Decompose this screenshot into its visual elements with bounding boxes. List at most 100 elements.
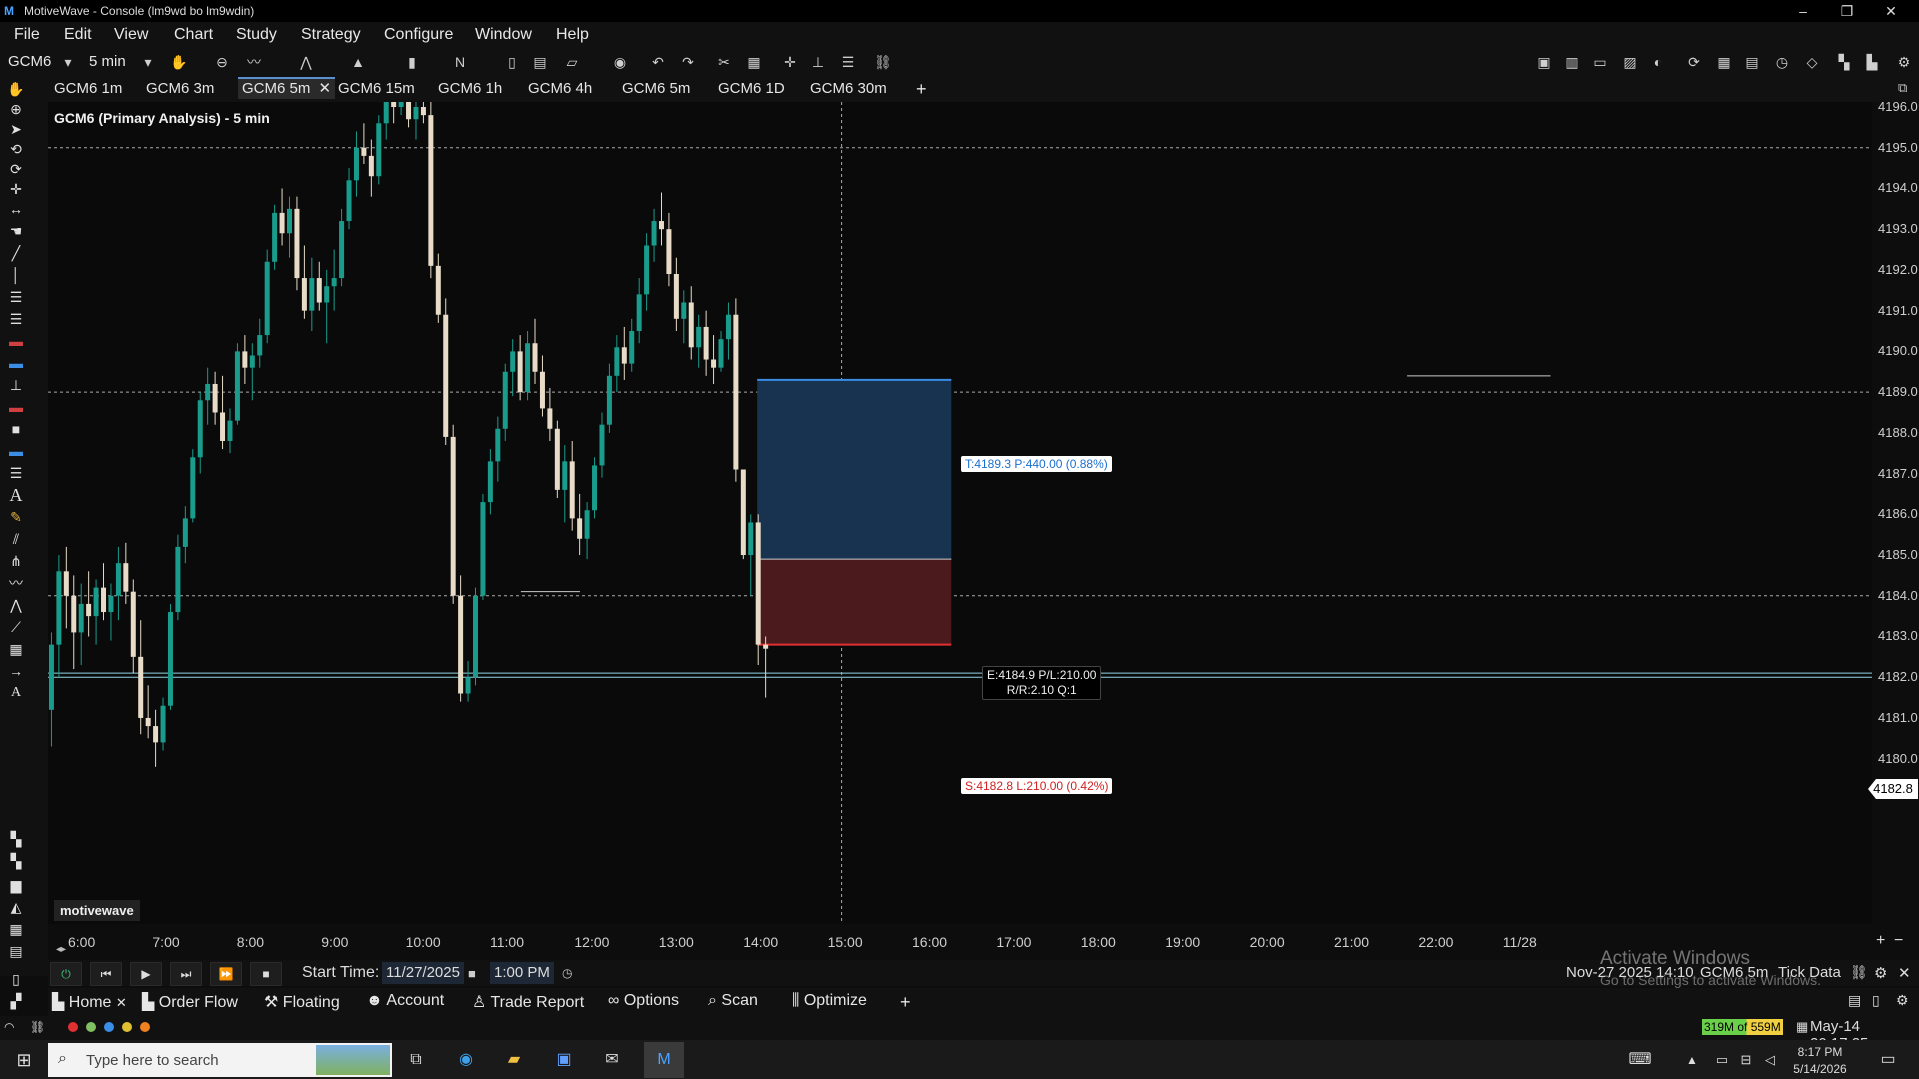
close-button[interactable]: ✕ — [1869, 0, 1913, 22]
widgets-icon[interactable]: ▞ — [6, 992, 26, 1010]
menu-window[interactable]: Window — [475, 26, 532, 44]
nav-optimize[interactable]: ⫼ Optimize — [792, 992, 867, 1010]
tray-chevron-icon[interactable]: ▲ — [1680, 1049, 1704, 1071]
vertical-line-icon[interactable]: │ — [6, 266, 26, 284]
calendar-picker-icon[interactable]: ■ — [468, 966, 476, 981]
level-icon[interactable]: ⊥ — [6, 376, 26, 394]
tab-gcm6-3m[interactable]: GCM6 3m — [142, 79, 218, 99]
step-forward-button[interactable]: ⏭ — [170, 962, 202, 986]
target-label[interactable]: T:4189.3 P:440.00 (0.88%) — [961, 456, 1112, 472]
grid-tool-icon[interactable]: ▦ — [6, 640, 26, 658]
edge-browser-icon[interactable]: ◉ — [454, 1049, 478, 1071]
windows-start-icon[interactable]: ⊞ — [12, 1049, 36, 1071]
tag-icon[interactable]: ◇ — [1804, 54, 1820, 70]
tab-gcm6-1d[interactable]: GCM6 1D — [714, 79, 789, 99]
tab-gcm6-30m[interactable]: GCM6 30m — [806, 79, 891, 99]
menu-edit[interactable]: Edit — [64, 26, 92, 44]
refresh-icon[interactable]: ⟳ — [6, 160, 26, 178]
histogram-icon[interactable]: ▆ — [6, 876, 26, 894]
chart-canvas[interactable] — [48, 102, 1872, 924]
new-page-icon[interactable]: ▯ — [504, 54, 520, 70]
n-icon[interactable]: N — [452, 54, 468, 70]
sell-zone-icon[interactable]: ▬ — [6, 398, 26, 416]
taskbar-time[interactable]: 8:17 PM — [1792, 1045, 1848, 1059]
menu-chart[interactable]: Chart — [174, 26, 213, 44]
hand-icon[interactable]: ✋ — [6, 80, 26, 98]
start-date-field[interactable]: 11/27/2025 — [382, 962, 464, 984]
add-tab-button[interactable]: + — [912, 79, 931, 99]
menu-configure[interactable]: Configure — [384, 26, 453, 44]
zoom-in-button[interactable]: + — [1876, 932, 1885, 950]
nav-floating[interactable]: ⚒ Floating — [264, 992, 340, 1012]
layout-icon[interactable]: ▣ — [1536, 54, 1552, 70]
settings-gear-icon[interactable]: ⚙ — [1896, 54, 1912, 70]
crosshair-icon[interactable]: ✛ — [6, 180, 26, 198]
price-chart[interactable] — [48, 102, 1872, 924]
wave-tool-icon[interactable]: ⋀ — [6, 596, 26, 614]
nav-account[interactable]: ☻ Account — [366, 992, 444, 1010]
brush-icon[interactable]: ⟋ — [6, 618, 26, 636]
pitchfork-icon[interactable]: ⋔ — [6, 552, 26, 570]
pages-icon[interactable]: ▯ — [6, 970, 26, 988]
keyboard-icon[interactable]: ⌨ — [1628, 1049, 1652, 1071]
play-button[interactable]: ▶ — [130, 962, 162, 986]
calendar-icon[interactable]: ▦ — [746, 54, 762, 70]
symbol-selector[interactable]: GCM6 — [8, 53, 51, 70]
fib-extension-icon[interactable]: ☰ — [6, 310, 26, 328]
task-view-icon[interactable]: ⧉ — [404, 1049, 428, 1071]
close-icon[interactable]: ✕ — [1898, 964, 1911, 982]
nav-order-flow[interactable]: ▙ Order Flow — [142, 992, 238, 1012]
taskbar-date[interactable]: 5/14/2026 — [1792, 1062, 1848, 1076]
zoom-icon[interactable]: ⊕ — [6, 100, 26, 118]
menu-view[interactable]: View — [114, 26, 148, 44]
rotate-icon[interactable]: ⟲ — [6, 140, 26, 158]
shapes-icon[interactable]: ▚ — [1836, 54, 1852, 70]
hand-icon[interactable]: ✋ — [170, 54, 187, 70]
nav-trade-report[interactable]: ♙ Trade Report — [472, 992, 584, 1012]
candle-icon[interactable]: ▮ — [404, 54, 420, 70]
tab-gcm6-1h[interactable]: GCM6 1h — [434, 79, 506, 99]
gann-icon[interactable]: ☰ — [6, 464, 26, 482]
minimize-button[interactable]: – — [1781, 0, 1825, 22]
palette-icon[interactable]: ▚ — [6, 830, 26, 848]
tools-icon[interactable]: ✂ — [716, 54, 732, 70]
menu-study[interactable]: Study — [236, 26, 277, 44]
buy-zone-icon[interactable]: ▬ — [6, 442, 26, 460]
link-icon[interactable]: ⛓ — [1850, 964, 1868, 981]
label-tool-icon[interactable]: A — [6, 684, 26, 702]
meet-icon[interactable]: ▭ — [1710, 1049, 1734, 1071]
zoom-out-button[interactable]: − — [1894, 932, 1903, 950]
blue-bar-icon[interactable]: ▬ — [6, 354, 26, 372]
notification-icon[interactable]: ▭ — [1876, 1049, 1900, 1071]
save-icon[interactable]: ▤ — [532, 54, 548, 70]
zoom-out-icon[interactable]: ⊖ — [214, 54, 230, 70]
menu-strategy[interactable]: Strategy — [301, 26, 361, 44]
network-icon[interactable]: ⊟ — [1734, 1049, 1758, 1071]
rewind-start-button[interactable]: ⏮ — [90, 962, 122, 986]
arrow-icon[interactable]: → — [6, 662, 26, 680]
mail-icon[interactable]: ✉ — [600, 1049, 624, 1071]
area-icon[interactable]: ◭ — [6, 898, 26, 916]
rectangle-icon[interactable]: ■ — [6, 420, 26, 438]
scroll-arrows-icon[interactable]: ◂▸ — [56, 944, 66, 955]
stop-label[interactable]: S:4182.8 L:210.00 (0.42%) — [961, 778, 1113, 794]
wave-icon[interactable]: ⋀ — [298, 54, 314, 70]
crosshair-icon[interactable]: ✛ — [782, 54, 798, 70]
close-tab-icon[interactable]: ✕ — [319, 80, 332, 97]
globe-icon[interactable]: ◐ — [1650, 54, 1666, 70]
nav-home[interactable]: ▙ Home ✕ — [52, 992, 127, 1012]
chevron-down-icon[interactable]: ▾ — [140, 54, 156, 70]
link-icon[interactable]: ⛓ — [874, 54, 892, 70]
list-icon[interactable]: ☰ — [840, 54, 856, 70]
chevron-down-icon[interactable]: ▾ — [60, 54, 76, 70]
hand-tool-icon[interactable]: ☚ — [6, 222, 26, 240]
refresh-icon[interactable]: ⟳ — [1686, 54, 1702, 70]
line-tool-icon[interactable]: ╱ — [6, 244, 26, 262]
chart-icon[interactable]: ▙ — [1864, 54, 1880, 70]
settings-gear-icon[interactable]: ⚙ — [1874, 964, 1887, 982]
table-icon[interactable]: ▦ — [6, 920, 26, 938]
open-folder-icon[interactable]: ▱ — [564, 54, 580, 70]
channel-icon[interactable]: ⫽ — [6, 530, 26, 548]
fib-icon[interactable]: ☰ — [6, 288, 26, 306]
table-icon[interactable]: ▦ — [1716, 54, 1732, 70]
